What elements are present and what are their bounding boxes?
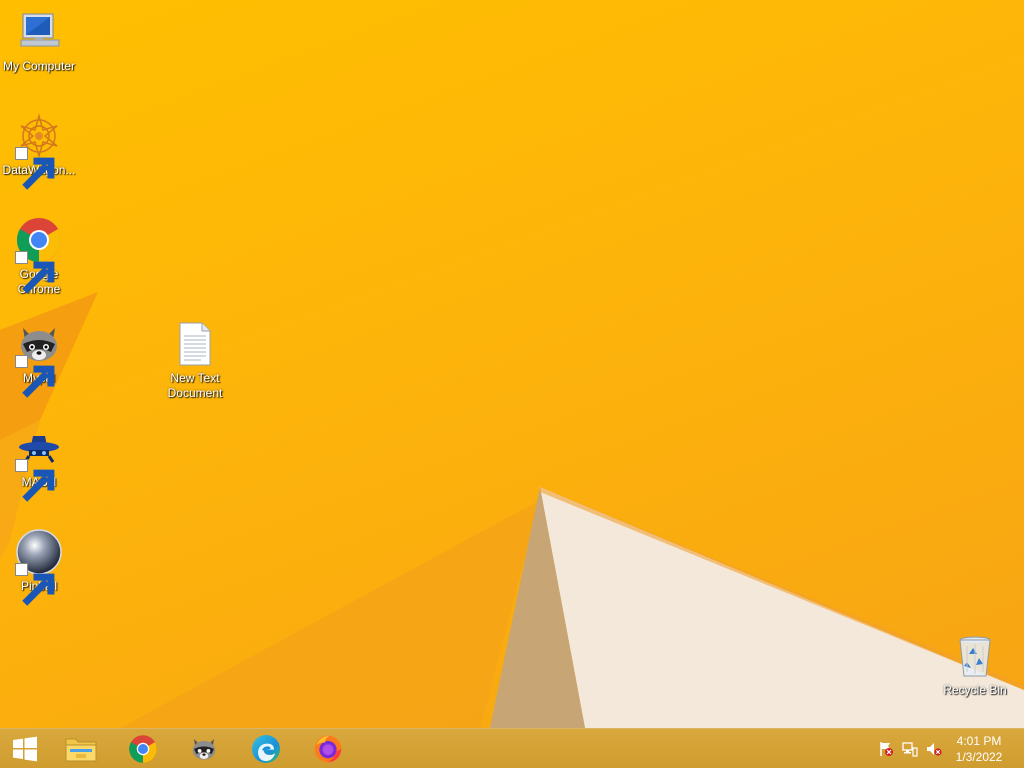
desktop-icon-recycle-bin[interactable]: Recycle Bin [936,632,1014,698]
taskbar-firefox[interactable] [302,729,354,769]
shortcut-arrow-icon [15,251,55,294]
chrome-icon [15,216,63,294]
edge-icon [252,735,280,763]
windows-start-icon [13,736,37,762]
recycle-bin-icon [951,632,999,680]
taskbar-microsoft-edge[interactable] [240,729,292,769]
system-tray: 4:01 PM 1/3/2022 [864,729,1024,769]
my-computer-icon [15,8,63,56]
clock-date: 1/3/2022 [955,750,1003,764]
clock-time: 4:01 PM [956,734,1002,748]
desktop-icon-my-computer[interactable]: My Computer [0,8,78,74]
file-explorer-icon [65,738,97,762]
shortcut-arrow-icon [15,459,55,502]
wallpaper [0,292,1024,728]
volume-muted-icon[interactable] [926,741,942,757]
shortcut-arrow-icon [15,355,55,398]
network-icon[interactable] [902,741,918,757]
pinball-icon [15,528,63,606]
mash-icon [15,424,63,502]
desktop-icon-mypal[interactable]: Mypal [0,320,78,398]
taskbar-mypal[interactable] [178,729,230,769]
firefox-icon [314,735,342,763]
desktop-icon-label: Recycle Bin [943,683,1007,697]
desktop-icon-google-chrome[interactable]: Google Chrome [0,216,78,297]
desktop-icon-label: New Text Document [167,371,223,400]
taskbar-clock[interactable]: 4:01 PM 1/3/2022 [944,733,1014,765]
desktop-icon-pinball[interactable]: Pinball [0,528,78,606]
taskbar-google-chrome[interactable] [117,729,169,769]
start-button[interactable] [0,729,50,769]
desktop-icon-label: My Computer [2,59,76,73]
chrome-icon [129,735,157,763]
desktop-icon-new-text-document[interactable]: New Text Document [156,320,234,401]
action-center-flag-icon[interactable] [878,741,894,757]
desktop[interactable]: My Computer DataWagon... Google Chrome M… [0,0,1024,728]
mypal-icon [15,320,63,398]
taskbar-file-explorer[interactable] [55,729,107,769]
shortcut-arrow-icon [15,147,55,190]
datawagon-icon [15,112,63,190]
desktop-icon-mash[interactable]: MASH [0,424,78,502]
desktop-icon-datawagon[interactable]: DataWagon... [0,112,78,190]
text-document-icon [171,320,219,368]
taskbar: 4:01 PM 1/3/2022 [0,728,1024,768]
shortcut-arrow-icon [15,563,55,606]
mypal-icon [192,739,216,760]
